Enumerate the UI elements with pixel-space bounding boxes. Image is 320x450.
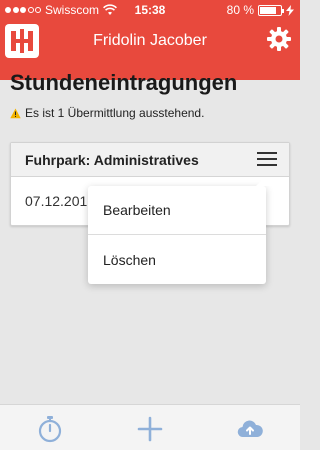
gear-icon[interactable] [266,26,292,52]
edit-menu-item[interactable]: Bearbeiten [88,186,266,235]
warning-icon [10,108,21,118]
battery-percent: 80 % [226,3,254,17]
app-logo-icon [5,24,39,58]
pending-notice-text: Es ist 1 Übermittlung ausstehend. [25,106,205,120]
stopwatch-icon[interactable] [36,415,64,443]
hamburger-menu-icon[interactable] [257,152,277,168]
battery-icon [258,4,284,16]
user-name-title: Fridolin Jacober [93,32,207,49]
app-header: Swisscom 15:38 80 % Fridolin Jacober [0,0,300,80]
status-bar: Swisscom 15:38 80 % [0,0,300,20]
plus-icon[interactable] [136,415,164,443]
entry-date: 07.12.201 [25,193,88,209]
cloud-upload-icon[interactable] [236,415,264,443]
context-menu: Bearbeiten Löschen [88,178,272,284]
card-header: Fuhrpark: Administratives [11,143,289,177]
bottom-toolbar [0,404,300,450]
delete-menu-item[interactable]: Löschen [88,235,266,284]
pending-notice: Es ist 1 Übermittlung ausstehend. [10,106,204,120]
page-title: Stundeneintragungen [10,70,238,95]
charging-icon [286,4,294,16]
card-title: Fuhrpark: Administratives [25,152,199,168]
